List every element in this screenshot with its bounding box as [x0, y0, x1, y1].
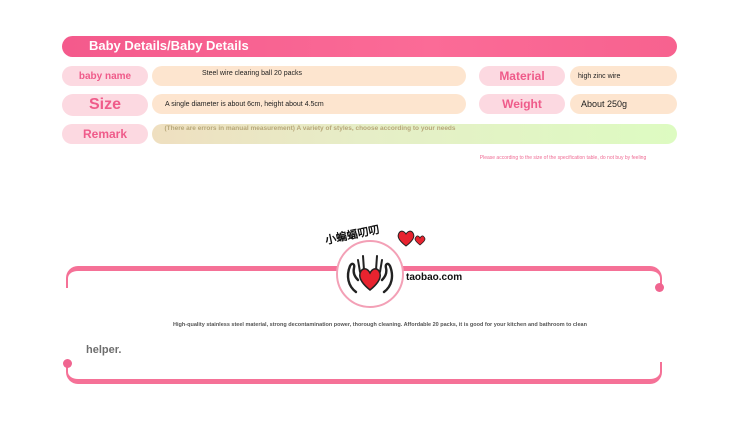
value-size: A single diameter is about 6cm, height a…: [152, 94, 466, 114]
product-description-cont: helper.: [86, 344, 122, 356]
label-baby-name: baby name: [62, 66, 148, 86]
section-title: Baby Details/Baby Details: [89, 38, 249, 53]
frame-bottom: [66, 362, 662, 384]
value-baby-name: Steel wire clearing ball 20 packs: [152, 66, 466, 86]
frame-dot-right: [655, 283, 664, 292]
hearts-icon: [397, 230, 426, 247]
logo-circle: [336, 240, 404, 308]
label-material: Material: [479, 66, 565, 86]
product-description: High-quality stainless steel material, s…: [173, 322, 587, 328]
frame-dot-left: [63, 359, 72, 368]
label-weight: Weight: [479, 94, 565, 114]
hands-heart-icon: [346, 255, 394, 294]
value-weight: About 250g: [570, 94, 677, 114]
size-footnote: Please according to the size of the spec…: [479, 155, 647, 161]
label-remark: Remark: [62, 124, 148, 144]
taobao-link[interactable]: taobao.com: [406, 272, 462, 283]
value-material: high zinc wire: [570, 66, 677, 86]
value-remark: (There are errors in manual measurement)…: [164, 125, 456, 132]
label-size: Size: [62, 94, 148, 116]
